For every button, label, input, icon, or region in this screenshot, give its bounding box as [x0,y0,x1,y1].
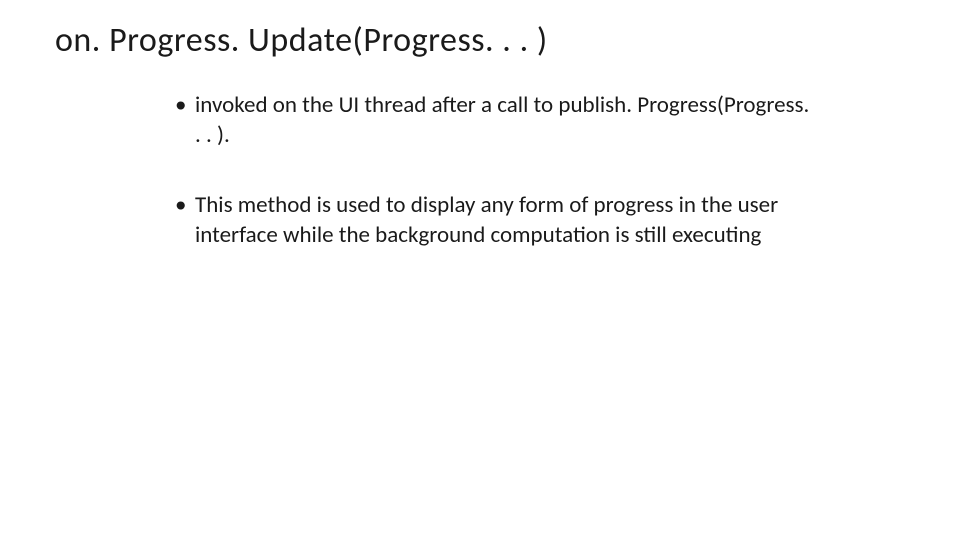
bullet-item: invoked on the UI thread after a call to… [175,91,815,151]
bullet-text: This method is used to display any form … [195,191,778,249]
slide-title: on. Progress. Update(Progress. . . ) [55,20,905,61]
slide-content: invoked on the UI thread after a call to… [55,91,905,251]
bullet-text: invoked on the UI thread after a call to… [195,91,809,149]
bullet-item: This method is used to display any form … [175,191,815,251]
slide-container: on. Progress. Update(Progress. . . ) inv… [0,0,960,251]
